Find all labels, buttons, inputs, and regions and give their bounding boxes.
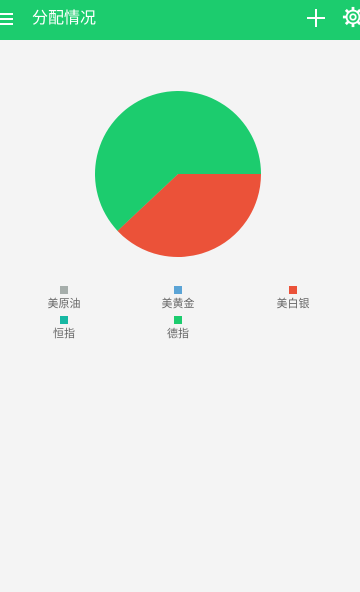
legend-label: 美原油	[47, 297, 81, 310]
legend-item[interactable]: 美黄金	[138, 286, 218, 320]
legend-swatch	[60, 286, 68, 294]
legend-swatch	[60, 316, 68, 324]
legend-item[interactable]: 德指	[138, 316, 218, 350]
legend-label: 美黄金	[161, 297, 195, 310]
gear-icon[interactable]	[342, 6, 360, 28]
legend-item[interactable]: 美白银	[253, 286, 333, 320]
legend-label: 德指	[167, 327, 189, 340]
pie-chart	[94, 91, 261, 257]
legend-item[interactable]: 美原油	[24, 286, 104, 320]
legend-swatch	[174, 316, 182, 324]
legend-item[interactable]: 恒指	[24, 316, 104, 350]
legend-swatch	[174, 286, 182, 294]
chart-legend: 美原油 美黄金 美白银恒指 德指	[0, 286, 360, 356]
add-icon[interactable]	[305, 7, 327, 29]
menu-icon[interactable]	[0, 10, 16, 30]
legend-label: 恒指	[53, 327, 75, 340]
app-bar: 分配情况	[0, 0, 360, 40]
legend-label: 美白银	[276, 297, 310, 310]
legend-swatch	[289, 286, 297, 294]
page-title: 分配情况	[32, 8, 97, 27]
